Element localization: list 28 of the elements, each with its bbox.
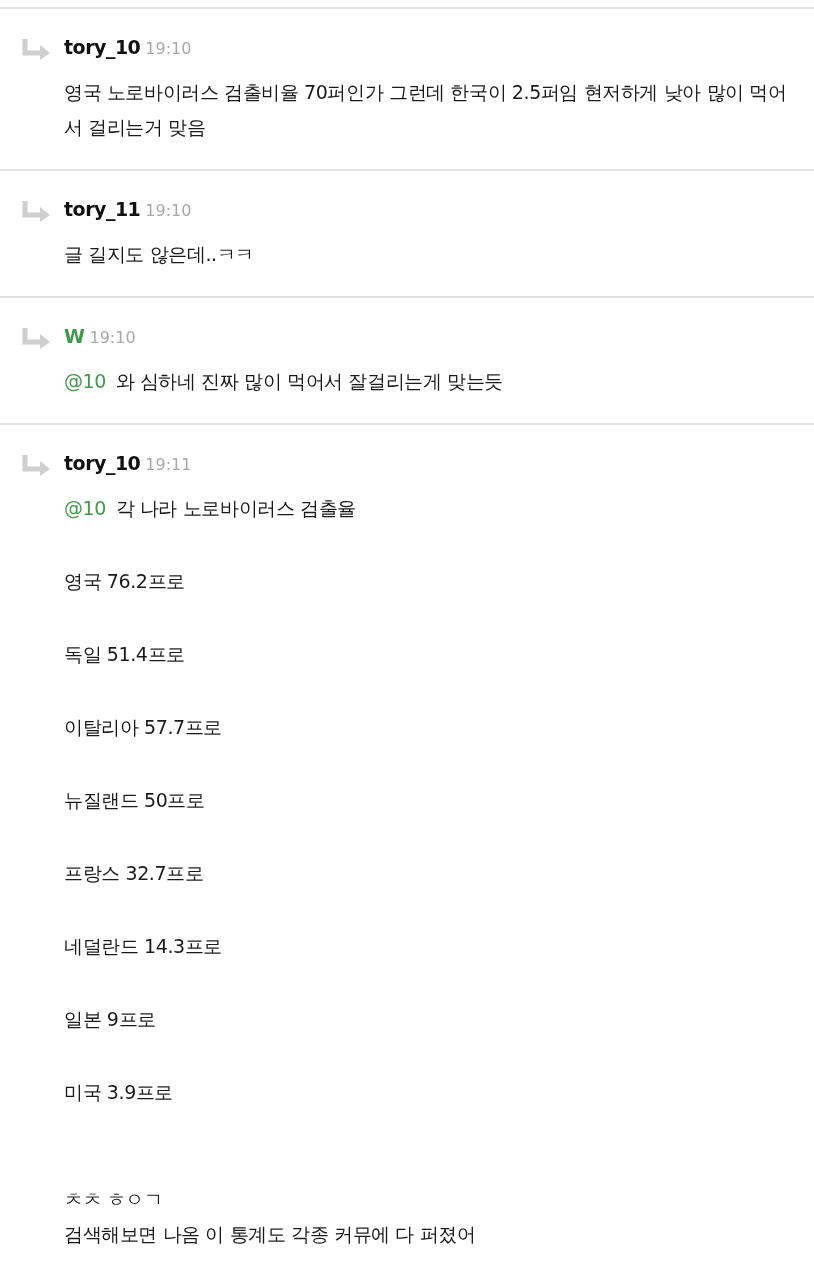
comment-text: 프랑스 32.7프로 [64,862,204,884]
author-name: tory_10 [64,452,141,474]
comment-text: 독일 51.4프로 [64,643,185,665]
author-name: W [64,325,85,347]
author-name: tory_10 [64,36,141,58]
comment-text: 검색해보면 나옴 이 통계도 각종 커뮤에 다 퍼졌어 [64,1223,476,1245]
comment-text: 글 길지도 않은데..ㅋㅋ [64,243,254,265]
comment-text: 네덜란드 14.3프로 [64,935,222,957]
comment-time: 19:10 [145,200,192,220]
mention-link[interactable]: @10 [64,370,106,392]
comment-time: 19:11 [145,454,192,474]
comment-text: 이탈리아 57.7프로 [64,716,222,738]
reply-arrow-icon [22,327,50,349]
author-name: tory_11 [64,198,141,220]
comment-text: 미국 3.9프로 [64,1081,174,1103]
comment-text: 뉴질랜드 50프로 [64,789,205,811]
comment-text: 영국 76.2프로 [64,570,185,592]
reply-arrow-icon [22,200,50,222]
comment-text: 영국 노로바이러스 검출비율 70퍼인가 그런데 한국이 2.5퍼임 현저하게 낮아 많이 먹어서 걸리는거 맞음 [64,81,787,138]
comment-time: 19:10 [89,327,136,347]
reply-arrow-icon [22,454,50,476]
mention-link[interactable]: @10 [64,497,106,519]
comment-text: ㅊㅊ ㅎㅇㄱ [64,1188,163,1210]
reply-arrow-icon [22,38,50,60]
comment-text: 일본 9프로 [64,1008,156,1030]
comment-text: 와 심하네 진짜 많이 먹어서 잘걸리는게 맞는듯 [115,370,503,392]
comment-text: 각 나라 노로바이러스 검출율 [115,497,356,519]
comment-time: 19:10 [145,38,192,58]
